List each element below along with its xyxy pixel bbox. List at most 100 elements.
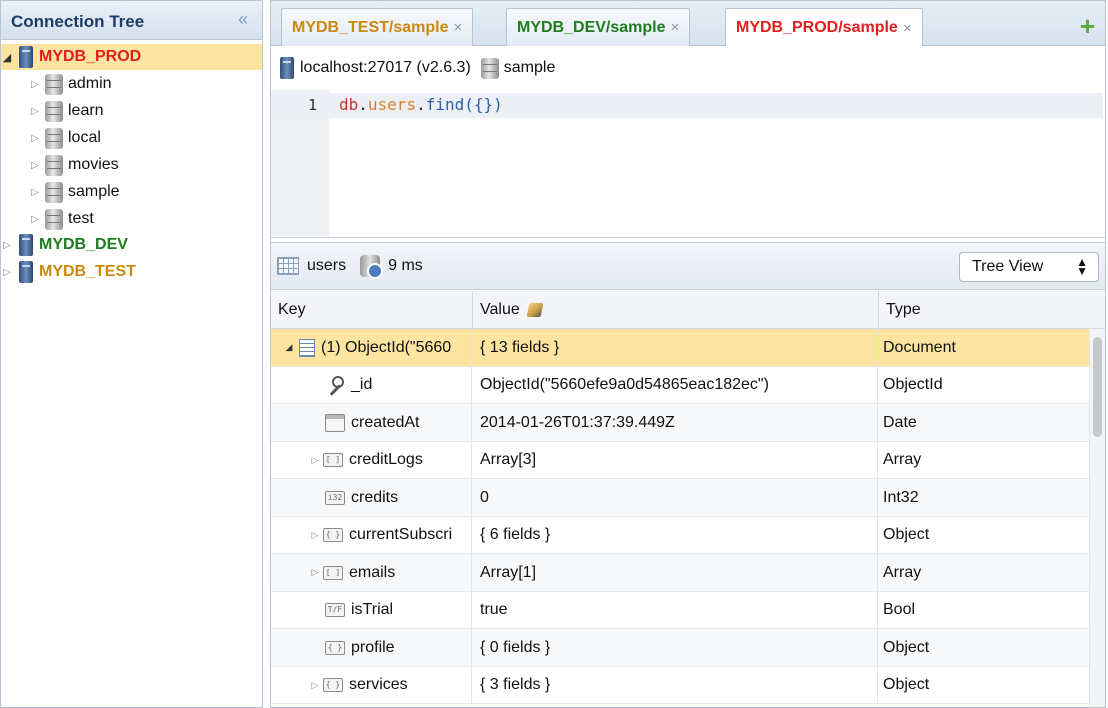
tab-mydb-prod-sample[interactable]: MYDB_PROD/sample × — [725, 8, 923, 47]
connection-host: localhost:27017 (v2.6.3) — [300, 59, 471, 76]
value-cell: { 6 fields } — [473, 516, 878, 554]
key-cell: { } profile — [271, 629, 472, 666]
key-cell: ▷ [ ] creditLogs — [271, 441, 472, 479]
value-cell: Array[3] — [473, 441, 878, 479]
collapsed-triangle-icon[interactable]: ▷ — [309, 680, 321, 691]
column-header-type[interactable]: Type — [879, 291, 1089, 329]
expanded-triangle-icon[interactable]: ◢ — [283, 342, 295, 353]
collapsed-triangle-icon[interactable]: ▷ — [309, 567, 321, 578]
value-cell: Array[1] — [473, 554, 878, 591]
collapsed-triangle-icon[interactable]: ▷ — [29, 133, 41, 144]
key-text: isTrial — [351, 601, 394, 618]
result-time: 9 ms — [388, 257, 423, 274]
value-cell: { 3 fields } — [473, 666, 878, 704]
tree-db-admin[interactable]: ▷ admin — [29, 71, 112, 97]
key-text: credits — [351, 488, 399, 506]
type-cell: Date — [883, 413, 917, 431]
tree-db-test[interactable]: ▷ test — [29, 206, 94, 232]
add-tab-icon[interactable]: + — [1080, 11, 1095, 42]
collapsed-triangle-icon[interactable]: ▷ — [1, 267, 13, 278]
bool-icon: T/F — [325, 603, 345, 617]
database-icon — [45, 73, 63, 95]
server-label: MYDB_DEV — [39, 236, 128, 253]
tree-server-mydb-prod[interactable]: ◢ MYDB_PROD — [1, 44, 262, 70]
type-cell: Object — [883, 676, 930, 693]
vertical-scrollbar[interactable] — [1089, 329, 1105, 707]
column-label: Type — [886, 301, 921, 318]
table-row[interactable]: createdAt 2014-01-26T01:37:39.449Z Date — [271, 404, 1089, 442]
tab-mydb-dev-sample[interactable]: MYDB_DEV/sample × — [506, 8, 691, 46]
table-row[interactable]: { } profile { 0 fields } Object — [271, 629, 1089, 667]
view-mode-select[interactable]: Tree View ▲ ▼ — [959, 252, 1099, 282]
code-collection: users — [367, 95, 417, 114]
server-label: MYDB_PROD — [39, 48, 142, 65]
value-cell: 0 — [473, 479, 878, 516]
table-row[interactable]: ▷ [ ] emails Array[1] Array — [271, 554, 1089, 592]
tree-db-movies[interactable]: ▷ movies — [29, 152, 119, 178]
query-panel: MYDB_TEST/sample × MYDB_DEV/sample × MYD… — [270, 0, 1106, 708]
tree-db-local[interactable]: ▷ local — [29, 125, 101, 151]
scrollbar-thumb[interactable] — [1093, 337, 1102, 437]
double-chevron-left-icon[interactable]: « — [238, 9, 248, 30]
connection-database: sample — [503, 59, 556, 76]
close-icon[interactable]: × — [903, 20, 912, 37]
table-row[interactable]: ◢ (1) ObjectId("5660 { 13 fields } Docum… — [271, 329, 1089, 367]
collapsed-triangle-icon[interactable]: ▷ — [309, 530, 321, 541]
type-cell: Int32 — [883, 488, 919, 506]
column-label: Value — [480, 301, 520, 318]
database-icon — [45, 127, 63, 149]
close-icon[interactable]: × — [453, 19, 462, 36]
query-code[interactable]: db.users.find({}) — [339, 95, 503, 114]
value-cell: true — [473, 591, 878, 629]
table-row[interactable]: ▷ { } services { 3 fields } Object — [271, 666, 1089, 704]
edit-pencil-icon[interactable] — [526, 303, 544, 317]
collapsed-triangle-icon[interactable]: ▷ — [29, 79, 41, 90]
database-icon — [45, 181, 63, 203]
query-editor[interactable]: 1 db.users.find({}) — [271, 90, 1105, 238]
object-icon: { } — [323, 678, 343, 692]
view-mode-value: Tree View — [972, 258, 1044, 275]
database-icon — [480, 57, 499, 79]
value-cell: ObjectId("5660efe9a0d54865eac182ec") — [473, 366, 878, 404]
close-icon[interactable]: × — [671, 19, 680, 36]
database-label: local — [68, 129, 101, 146]
tab-bar: MYDB_TEST/sample × MYDB_DEV/sample × MYD… — [271, 1, 1105, 47]
value-cell: { 0 fields } — [473, 629, 878, 666]
server-icon — [19, 234, 33, 256]
tree-server-mydb-dev[interactable]: ▷ MYDB_DEV — [1, 232, 128, 258]
table-row[interactable]: _id ObjectId("5660efe9a0d54865eac182ec")… — [271, 366, 1089, 404]
tab-mydb-test-sample[interactable]: MYDB_TEST/sample × — [281, 8, 474, 46]
column-header-value[interactable]: Value — [473, 291, 879, 329]
type-cell: Document — [883, 338, 956, 356]
tree-db-sample[interactable]: ▷ sample — [29, 179, 120, 205]
table-row[interactable]: i32 credits 0 Int32 — [271, 479, 1089, 517]
server-icon — [280, 57, 294, 79]
key-icon — [325, 375, 345, 395]
collapsed-triangle-icon[interactable]: ▷ — [29, 106, 41, 117]
tab-label: MYDB_DEV/sample — [517, 18, 666, 36]
database-label: movies — [68, 156, 119, 173]
tree-server-mydb-test[interactable]: ▷ MYDB_TEST — [1, 259, 136, 285]
collapsed-triangle-icon[interactable]: ▷ — [1, 240, 13, 251]
table-row[interactable]: T/F isTrial true Bool — [271, 591, 1089, 629]
type-cell: Bool — [883, 601, 916, 618]
expanded-triangle-icon[interactable]: ◢ — [1, 51, 13, 64]
select-arrows-icon: ▲ ▼ — [1076, 255, 1088, 278]
collapsed-triangle-icon[interactable]: ▷ — [29, 187, 41, 198]
database-label: sample — [68, 183, 120, 200]
database-label: test — [68, 210, 94, 227]
column-header-key[interactable]: Key — [271, 291, 473, 329]
type-cell: Object — [883, 526, 930, 543]
collapsed-triangle-icon[interactable]: ▷ — [309, 455, 321, 466]
tree-db-learn[interactable]: ▷ learn — [29, 98, 104, 124]
table-row[interactable]: ▷ [ ] creditLogs Array[3] Array — [271, 441, 1089, 479]
type-cell: ObjectId — [883, 376, 943, 393]
connection-tree-title: Connection Tree — [11, 12, 145, 31]
collapsed-triangle-icon[interactable]: ▷ — [29, 160, 41, 171]
table-row[interactable]: ▷ { } currentSubscri { 6 fields } Object — [271, 516, 1089, 554]
server-icon — [19, 46, 33, 68]
key-cell: i32 credits — [271, 479, 472, 516]
code-db: db — [339, 95, 359, 114]
collapsed-triangle-icon[interactable]: ▷ — [29, 214, 41, 225]
key-text: currentSubscri — [349, 526, 453, 543]
